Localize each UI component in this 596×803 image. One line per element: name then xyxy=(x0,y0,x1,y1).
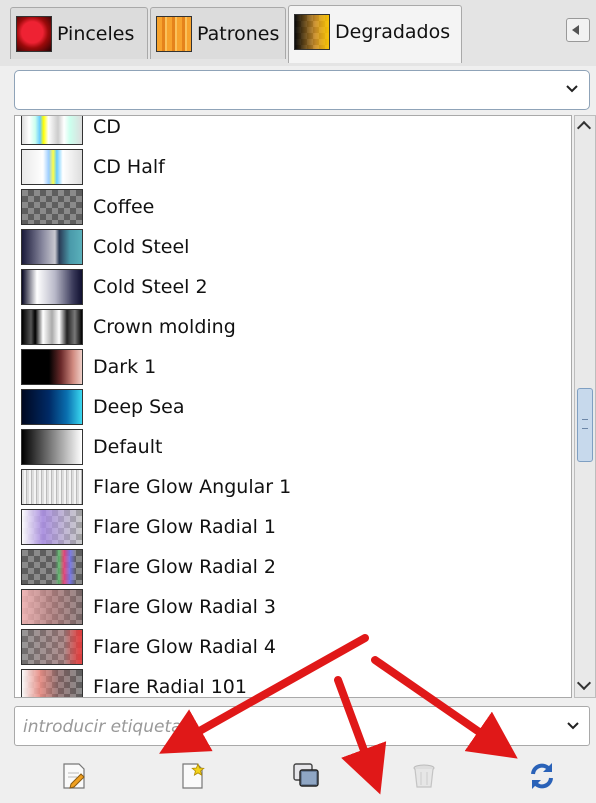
pattern-icon xyxy=(156,16,192,52)
list-item[interactable]: Flare Glow Radial 1 xyxy=(15,508,571,548)
list-item[interactable]: Dark 1 xyxy=(15,348,571,388)
tag-entry[interactable] xyxy=(14,706,590,746)
gradient-name: Cold Steel 2 xyxy=(93,276,208,298)
gradient-name: Cold Steel xyxy=(93,236,190,258)
gradient-name: Flare Glow Radial 4 xyxy=(93,636,276,658)
tag-filter-combo[interactable] xyxy=(14,70,590,110)
dock-tab-bar: Pinceles Patrones Degradados xyxy=(0,0,596,66)
list-item[interactable]: Cold Steel xyxy=(15,228,571,268)
tab-patterns[interactable]: Patrones xyxy=(150,7,286,59)
duplicate-gradient-icon[interactable] xyxy=(290,760,322,792)
list-item[interactable]: Default xyxy=(15,428,571,468)
gradient-preview xyxy=(21,229,83,265)
gradient-preview xyxy=(21,189,83,225)
refresh-gradients-icon[interactable] xyxy=(526,760,558,792)
gradient-list: CD CD Half Coffee Cold Steel Cold Steel … xyxy=(14,115,572,698)
list-item[interactable]: CD xyxy=(15,116,571,148)
list-item[interactable]: Flare Glow Radial 3 xyxy=(15,588,571,628)
gradient-preview xyxy=(21,429,83,465)
gradient-preview xyxy=(21,669,83,697)
gradient-preview xyxy=(21,629,83,665)
tab-label: Pinceles xyxy=(57,23,135,45)
gradient-preview xyxy=(21,116,83,145)
gradient-preview xyxy=(21,309,83,345)
gradient-preview xyxy=(21,469,83,505)
tab-label: Degradados xyxy=(335,21,451,43)
gradient-name: Flare Radial 101 xyxy=(93,676,247,698)
list-item[interactable]: Cold Steel 2 xyxy=(15,268,571,308)
dock-menu-button[interactable] xyxy=(566,18,590,42)
gradient-preview xyxy=(21,269,83,305)
gradient-name: Dark 1 xyxy=(93,356,157,378)
new-gradient-icon[interactable] xyxy=(176,760,208,792)
list-item[interactable]: Flare Radial 101 xyxy=(15,668,571,698)
chevron-down-icon[interactable] xyxy=(566,83,578,95)
list-item[interactable]: Deep Sea xyxy=(15,388,571,428)
gradient-icon xyxy=(294,14,330,50)
gradient-name: Flare Glow Radial 2 xyxy=(93,556,276,578)
gradient-name: Flare Glow Radial 1 xyxy=(93,516,276,538)
list-item[interactable]: Flare Glow Angular 1 xyxy=(15,468,571,508)
gradient-preview xyxy=(21,549,83,585)
gradient-toolbar xyxy=(0,750,596,803)
edit-gradient-icon[interactable] xyxy=(58,760,90,792)
gradient-preview xyxy=(21,509,83,545)
list-item[interactable]: CD Half xyxy=(15,148,571,188)
gradient-name: CD xyxy=(93,116,121,138)
gradient-name: CD Half xyxy=(93,156,165,178)
scroll-thumb[interactable] xyxy=(577,388,593,462)
gradient-name: Crown molding xyxy=(93,316,236,338)
list-item[interactable]: Crown molding xyxy=(15,308,571,348)
gradient-preview xyxy=(21,389,83,425)
chevron-down-icon[interactable] xyxy=(567,720,579,732)
tab-gradients[interactable]: Degradados xyxy=(288,5,462,63)
gradient-preview xyxy=(21,349,83,385)
gradient-preview xyxy=(21,149,83,185)
scroll-up-icon[interactable] xyxy=(576,118,594,136)
gradient-name: Deep Sea xyxy=(93,396,185,418)
delete-gradient-icon[interactable] xyxy=(408,760,440,792)
list-item[interactable]: Flare Glow Radial 4 xyxy=(15,628,571,668)
gradient-name: Coffee xyxy=(93,196,155,218)
tag-input[interactable] xyxy=(21,713,545,741)
scroll-down-icon[interactable] xyxy=(576,677,594,695)
gradient-name: Default xyxy=(93,436,163,458)
gradient-name: Flare Glow Angular 1 xyxy=(93,476,292,498)
gradient-name: Flare Glow Radial 3 xyxy=(93,596,276,618)
list-item[interactable]: Flare Glow Radial 2 xyxy=(15,548,571,588)
tab-brushes[interactable]: Pinceles xyxy=(10,7,148,59)
tab-label: Patrones xyxy=(197,23,280,45)
list-scrollbar[interactable] xyxy=(574,115,596,698)
brush-icon xyxy=(16,16,52,52)
list-item[interactable]: Coffee xyxy=(15,188,571,228)
gradient-preview xyxy=(21,589,83,625)
